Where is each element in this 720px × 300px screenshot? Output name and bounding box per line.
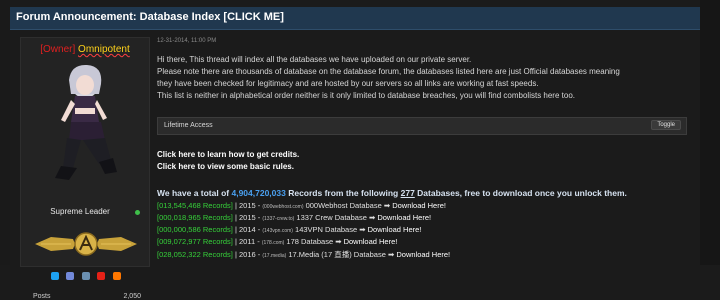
record-name: 178 Database ➡ [284, 237, 344, 246]
post-intro: Hi there, This thread will index all the… [157, 54, 697, 102]
summary-prefix: We have a total of [157, 188, 232, 198]
steam-icon[interactable] [81, 272, 90, 280]
record-year: | 2011 - [232, 237, 262, 246]
summary-middle: Records from the following [285, 188, 401, 198]
toggle-button[interactable]: Toggle [651, 120, 681, 130]
list-item: [009,072,977 Records] | 2011 - (178.com)… [157, 237, 697, 249]
record-name: 1337 Crew Database ➡ [294, 213, 378, 222]
list-item: [028,052,322 Records] | 2016 - (17.media… [157, 249, 697, 261]
summary-count: 277 [400, 188, 415, 198]
record-year: | 2015 - [232, 201, 263, 210]
download-link[interactable]: Download Here! [377, 213, 431, 222]
rank-badge-icon [35, 232, 137, 256]
soundcloud-icon[interactable] [112, 272, 121, 280]
intro-line: Please note there are thousands of datab… [157, 67, 620, 76]
user-role: Supreme Leader [50, 207, 110, 216]
spoiler-box: Lifetime Access Toggle [157, 117, 687, 135]
record-source: (000webhost.com) [262, 204, 304, 210]
record-count: [013,545,468 Records] [157, 201, 233, 210]
online-status-icon [135, 210, 140, 215]
record-name: 17.Media (17 直播) Database ➡ [286, 250, 397, 259]
intro-line: Hi there, This thread will index all the… [157, 55, 472, 64]
record-source: (178.com) [261, 240, 285, 246]
thread-title[interactable]: Forum Announcement: Database Index [CLIC… [16, 11, 284, 23]
username[interactable]: [Owner] Omnipotent [21, 44, 149, 55]
discord-icon[interactable] [66, 272, 75, 280]
youtube-icon[interactable] [97, 272, 106, 280]
spoiler-title: Lifetime Access [164, 122, 213, 129]
user-panel: [Owner] Omnipotent Supreme Leader Posts [20, 37, 150, 300]
record-count: [009,072,977 Records] [157, 237, 233, 246]
intro-line: they have been checked for legitimacy an… [157, 79, 539, 88]
record-year: | 2015 - [232, 213, 263, 222]
intro-line: This list is neither in alphabetical ord… [157, 91, 575, 100]
posts-value: 2,050 [123, 293, 141, 300]
summary-suffix: Databases, free to download once you unl… [414, 188, 627, 198]
post-date: 12-31-2014, 11:00 PM [157, 38, 217, 44]
twitter-icon[interactable] [51, 272, 59, 280]
list-item: [000,000,586 Records] | 2014 - (143vpn.c… [157, 225, 697, 237]
list-item: [013,545,468 Records] | 2015 - (000webho… [157, 201, 697, 213]
download-link[interactable]: Download Here! [396, 250, 450, 259]
record-source: (1337-crew.to) [262, 216, 295, 222]
record-source: (143vpn.com) [262, 228, 293, 234]
download-link[interactable]: Download Here! [368, 225, 422, 234]
social-links [51, 272, 124, 282]
record-year: | 2016 - [232, 250, 263, 259]
records-summary: We have a total of 4,904,720,033 Records… [157, 188, 627, 198]
rules-link[interactable]: Click here to view some basic rules. [157, 162, 294, 171]
summary-total: 4,904,720,033 [231, 188, 286, 198]
record-name: 143VPN Database ➡ [292, 225, 368, 234]
page-gutter-left [0, 0, 10, 265]
user-name[interactable]: Omnipotent [78, 44, 130, 55]
thread-header: Forum Announcement: Database Index [CLIC… [10, 7, 700, 30]
posts-stat: Posts 2,050 [33, 293, 141, 300]
download-link[interactable]: Download Here! [344, 237, 398, 246]
record-count: [028,052,322 Records] [157, 250, 233, 259]
page-gutter-right [700, 0, 720, 265]
credits-link[interactable]: Click here to learn how to get credits. [157, 150, 299, 159]
records-list: [013,545,468 Records] | 2015 - (000webho… [157, 201, 697, 261]
record-year: | 2014 - [232, 225, 263, 234]
posts-label: Posts [33, 293, 51, 300]
avatar[interactable] [47, 60, 125, 188]
record-source: (17.media) [262, 253, 287, 259]
record-count: [000,018,965 Records] [157, 213, 233, 222]
list-item: [000,018,965 Records] | 2015 - (1337-cre… [157, 213, 697, 225]
download-link[interactable]: Download Here! [392, 201, 446, 210]
record-count: [000,000,586 Records] [157, 225, 233, 234]
user-tag: [Owner] [40, 44, 76, 55]
record-name: 000Webhost Database ➡ [303, 201, 393, 210]
